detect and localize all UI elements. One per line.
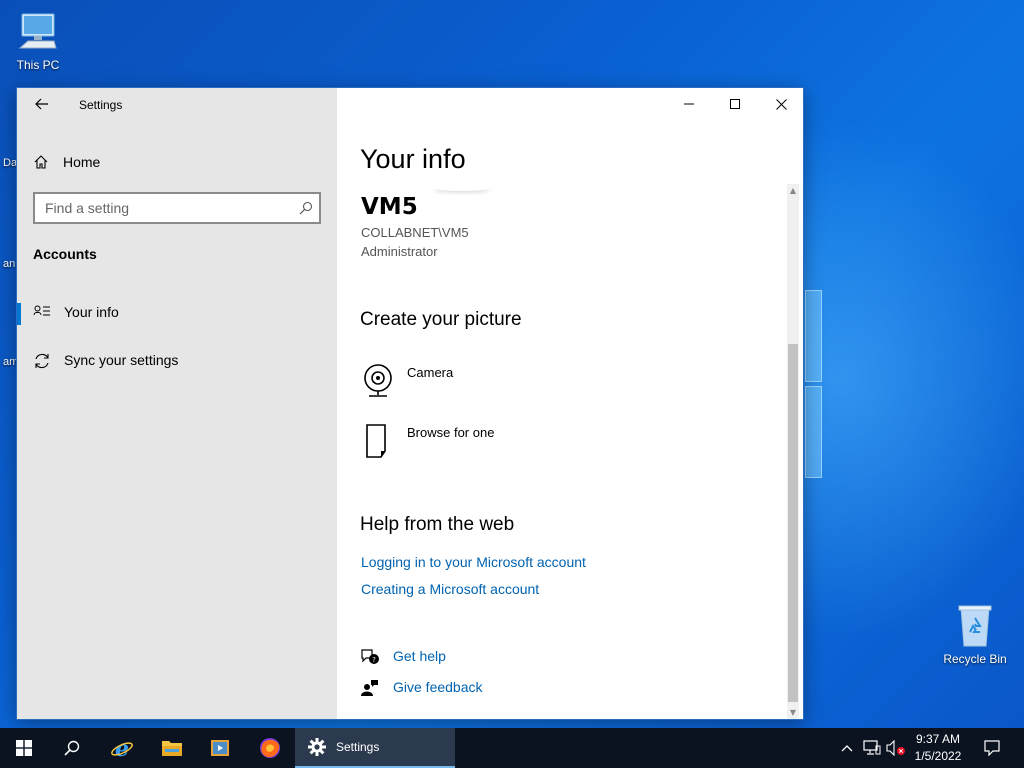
scroll-up-arrow-icon[interactable]: ▲ (787, 184, 799, 198)
selected-indicator (17, 303, 21, 325)
search-icon[interactable] (299, 200, 313, 219)
desktop-icon-recycle-bin[interactable]: Recycle Bin (937, 602, 1013, 666)
taskbar-clock[interactable]: 9:37 AM 1/5/2022 (908, 731, 968, 765)
desktop-icon-label-fragment: Da (3, 157, 18, 169)
get-help-link[interactable]: ? Get help (360, 648, 446, 670)
chevron-up-icon (841, 745, 853, 752)
search-box[interactable] (33, 192, 321, 224)
camera-icon (361, 363, 395, 403)
create-picture-heading: Create your picture (360, 309, 522, 330)
camera-option[interactable]: Camera (361, 363, 453, 403)
start-button[interactable] (0, 728, 48, 768)
svg-text:?: ? (372, 656, 376, 664)
avatar (432, 183, 492, 191)
sidebar-item-sync-settings[interactable]: Sync your settings (17, 343, 337, 379)
back-arrow-icon (35, 98, 48, 110)
browse-option-label: Browse for one (407, 425, 495, 440)
taskbar: e Settings 9:37 AM 1/5/2022 (0, 728, 1024, 768)
taskbar-search-button[interactable] (48, 728, 96, 768)
volume-tray-button[interactable] (884, 728, 908, 768)
sidebar-item-home[interactable]: Home (33, 150, 100, 174)
close-button[interactable] (758, 88, 803, 120)
close-icon (775, 98, 787, 110)
svg-text:e: e (115, 736, 129, 760)
get-help-label: Get help (393, 648, 446, 664)
sidebar-section-label: Accounts (33, 246, 97, 262)
gear-icon (308, 738, 326, 756)
settings-sidebar: Settings Home Accounts (17, 88, 337, 719)
firefox-icon (260, 738, 280, 758)
clock-time: 9:37 AM (915, 732, 961, 746)
wallpaper-logo-pane (805, 386, 822, 478)
windows-logo-icon (16, 740, 32, 756)
give-feedback-label: Give feedback (393, 679, 483, 695)
taskbar-internet-explorer[interactable]: e (98, 728, 146, 768)
home-icon (34, 155, 48, 169)
contact-card-icon (33, 304, 51, 323)
help-web-heading: Help from the web (360, 514, 515, 535)
maximize-icon (730, 99, 740, 109)
sidebar-item-your-info[interactable]: Your info (17, 295, 337, 331)
scroll-down-arrow-icon[interactable]: ▼ (787, 706, 799, 719)
user-name: VM5 (361, 194, 418, 220)
folder-icon (162, 741, 182, 756)
action-center-button[interactable] (978, 728, 1006, 768)
tray-overflow-button[interactable] (836, 728, 858, 768)
volume-muted-icon (886, 740, 905, 756)
maximize-button[interactable] (712, 88, 758, 120)
get-help-icon: ? (360, 648, 380, 670)
window-title: Settings (79, 98, 123, 112)
sync-icon (33, 352, 51, 373)
wallpaper-logo-pane (805, 290, 822, 382)
taskbar-file-explorer[interactable] (148, 728, 196, 768)
browse-option[interactable]: Browse for one (361, 424, 494, 464)
sidebar-item-label: Sync your settings (64, 352, 179, 368)
taskbar-app-label: Settings (336, 740, 380, 754)
taskbar-media-app[interactable] (196, 728, 244, 768)
recycle-bin-icon (953, 602, 997, 648)
desktop-icon-label: Recycle Bin (943, 652, 1007, 666)
document-icon (361, 424, 395, 464)
user-role: Administrator (361, 244, 438, 259)
sidebar-item-label: Your info (64, 304, 119, 320)
page-title: Your info (360, 144, 466, 174)
vertical-scrollbar[interactable]: ▲ ▼ (787, 184, 799, 719)
minimize-button[interactable] (666, 88, 712, 120)
settings-window: Settings Home Accounts (16, 87, 804, 720)
help-link-logging-in[interactable]: Logging in to your Microsoft account (361, 554, 586, 570)
network-tray-button[interactable] (860, 728, 884, 768)
sidebar-item-label: Home (63, 154, 101, 170)
clock-date: 1/5/2022 (914, 749, 962, 763)
desktop-icon-label-fragment: an (3, 258, 16, 270)
search-input[interactable] (35, 194, 285, 222)
user-account: COLLABNET\VM5 (361, 225, 469, 240)
give-feedback-link[interactable]: Give feedback (360, 679, 483, 701)
notification-icon (984, 740, 1000, 756)
internet-explorer-icon: e (111, 736, 133, 760)
taskbar-firefox[interactable] (246, 728, 294, 768)
help-link-creating-account[interactable]: Creating a Microsoft account (361, 581, 539, 597)
back-button[interactable] (31, 94, 53, 116)
network-icon (863, 740, 881, 755)
scroll-thumb[interactable] (788, 344, 798, 702)
search-icon (64, 740, 80, 756)
taskbar-settings-app[interactable]: Settings (295, 728, 455, 768)
desktop-icon-this-pc[interactable]: This PC (0, 10, 76, 72)
camera-option-label: Camera (407, 365, 454, 380)
settings-main-pane: Your info VM5 COLLABNET\VM5 Administrato… (337, 88, 803, 719)
media-player-icon (211, 740, 229, 756)
desktop-icon-label: This PC (16, 58, 60, 72)
minimize-icon (684, 103, 694, 105)
feedback-icon (360, 679, 380, 701)
computer-icon (16, 10, 60, 54)
